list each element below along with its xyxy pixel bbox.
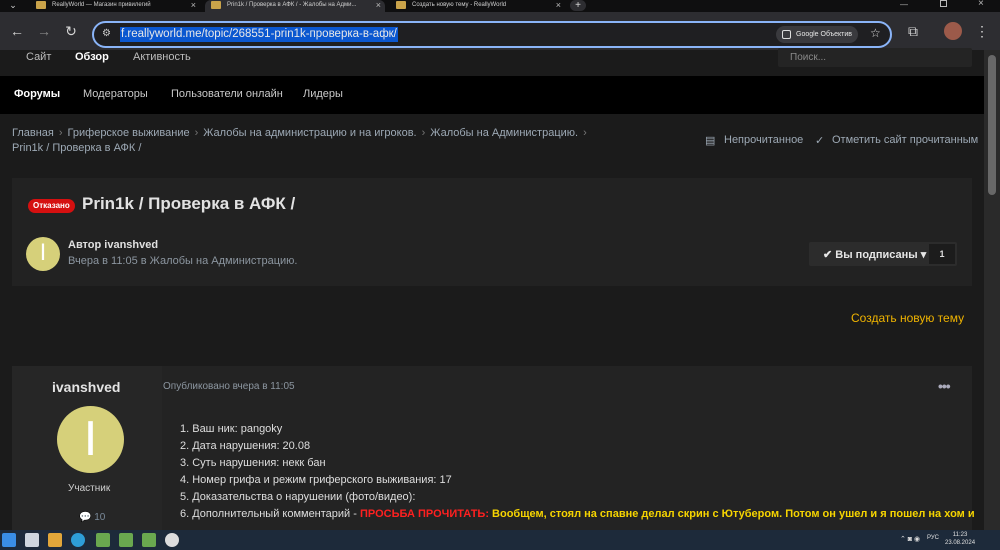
edge-icon[interactable] bbox=[71, 533, 85, 547]
post-author-name[interactable]: ivanshved bbox=[52, 379, 120, 395]
close-window-icon[interactable]: × bbox=[978, 0, 984, 9]
close-tab-icon[interactable]: × bbox=[376, 0, 381, 10]
input-language[interactable]: РУС bbox=[927, 535, 939, 541]
main-nav: Форумы Модераторы Пользователи онлайн Ли… bbox=[0, 76, 984, 114]
follow-label[interactable]: ✔ Вы подписаны ▾ bbox=[823, 248, 926, 261]
address-bar[interactable]: ⚙ f.reallyworld.me/topic/268551-prin1k-п… bbox=[92, 21, 892, 48]
browser-tab[interactable]: Создать новую тему - ReallyWorld × bbox=[390, 0, 565, 12]
maximize-icon[interactable] bbox=[940, 0, 947, 7]
breadcrumb-current[interactable]: Prin1k / Проверка в АФК / bbox=[12, 142, 141, 154]
url-text[interactable]: f.reallyworld.me/topic/268551-prin1k-про… bbox=[120, 27, 398, 42]
close-tab-icon[interactable]: × bbox=[556, 0, 561, 10]
author-name[interactable]: Автор ivanshved bbox=[68, 239, 158, 251]
folder-icon[interactable] bbox=[48, 533, 62, 547]
unread-link[interactable]: Непрочитанное bbox=[724, 134, 803, 146]
follow-text: Вы подписаны bbox=[835, 249, 918, 261]
comment-icon: 💬 bbox=[79, 512, 95, 523]
profile-avatar[interactable] bbox=[944, 22, 962, 40]
breadcrumb-item[interactable]: Главная bbox=[12, 127, 54, 139]
minimize-icon[interactable]: — bbox=[900, 0, 908, 9]
check-icon: ✓ bbox=[815, 135, 825, 147]
post-content: 1. Ваш ник: pangoky 2. Дата нарушения: 2… bbox=[180, 421, 975, 523]
caret-down-icon: ▾ bbox=[917, 249, 927, 261]
breadcrumb-chevron-icon: › bbox=[194, 127, 199, 139]
favicon-icon bbox=[36, 1, 46, 9]
page-title: Prin1k / Проверка в АФК / bbox=[82, 194, 296, 213]
post-line-highlight: Вообщем, стоял на спавне делал скрин с Ю… bbox=[488, 508, 975, 520]
breadcrumb: Главная › Гриферское выживание › Жалобы на а… bbox=[12, 126, 612, 156]
minecraft-icon[interactable] bbox=[142, 533, 156, 547]
follow-count: 1 bbox=[929, 244, 955, 264]
breadcrumb-item[interactable]: Гриферское выживание bbox=[68, 127, 190, 139]
post-line: 5. Доказательства о нарушении (фото/виде… bbox=[180, 491, 416, 503]
google-lens-button[interactable]: Google Объектив bbox=[776, 26, 858, 43]
browser-tab-active[interactable]: Prin1k / Проверка в АФК / - Жалобы на Ад… bbox=[205, 0, 385, 12]
topic-meta: Вчера в 11:05 в Жалобы на Администрацию. bbox=[68, 255, 298, 267]
post-author-avatar[interactable]: I bbox=[57, 406, 124, 473]
tray-icons[interactable]: ⌃ ◙ ◉ bbox=[900, 535, 920, 543]
new-tab-button[interactable]: + bbox=[570, 0, 586, 11]
post-line: 2. Дата нарушения: 20.08 bbox=[180, 440, 311, 452]
post-author-role: Участник bbox=[68, 483, 111, 494]
breadcrumb-chevron-icon: › bbox=[58, 127, 63, 139]
tab-title: ReallyWorld — Магазин привилегий bbox=[52, 2, 151, 8]
post-line-prefix: 6. Дополнительный комментарий - bbox=[180, 508, 360, 520]
post-line: 1. Ваш ник: pangoky bbox=[180, 423, 283, 435]
browser-menu-icon[interactable]: ⋮ bbox=[973, 22, 991, 40]
nav-moderators[interactable]: Модераторы bbox=[83, 88, 148, 100]
close-tab-icon[interactable]: × bbox=[191, 0, 196, 10]
breadcrumb-item[interactable]: Жалобы на администрацию и на игроков. bbox=[203, 127, 416, 139]
bookmark-star-icon[interactable]: ☆ bbox=[870, 26, 881, 40]
system-clock[interactable]: 11:23 23.08.2024 bbox=[945, 531, 975, 547]
scrollbar-thumb[interactable] bbox=[988, 55, 996, 195]
search-input[interactable]: Поиск... bbox=[778, 48, 972, 67]
nav-online-users[interactable]: Пользователи онлайн bbox=[171, 88, 283, 100]
back-icon[interactable]: ← bbox=[8, 22, 26, 40]
post-date[interactable]: Опубликовано вчера в 11:05 bbox=[163, 381, 295, 392]
breadcrumb-chevron-icon: › bbox=[583, 127, 587, 139]
lens-icon bbox=[782, 30, 791, 39]
extensions-icon[interactable]: ⧉ bbox=[904, 22, 922, 40]
reload-icon[interactable]: ↻ bbox=[62, 22, 80, 40]
unread-icon: ▤ bbox=[705, 135, 716, 147]
post-line: 4. Номер грифа и режим гриферского выжив… bbox=[180, 474, 452, 486]
post-line: 3. Суть нарушения: некк бан bbox=[180, 457, 326, 469]
status-badge: Отказано bbox=[28, 199, 75, 213]
author-avatar[interactable]: I bbox=[26, 237, 60, 271]
breadcrumb-chevron-icon: › bbox=[421, 127, 426, 139]
tab-title: Создать новую тему - ReallyWorld bbox=[412, 2, 507, 8]
favicon-icon bbox=[211, 1, 221, 9]
post-line-warning: ПРОСЬБА ПРОЧИТАТЬ: bbox=[359, 508, 489, 520]
site-settings-icon[interactable]: ⚙ bbox=[102, 28, 111, 39]
reputation-count: 💬 10 bbox=[79, 512, 105, 523]
nav-leaders[interactable]: Лидеры bbox=[303, 88, 343, 100]
chrome-icon[interactable] bbox=[165, 533, 179, 547]
create-topic-link[interactable]: Создать новую тему bbox=[851, 311, 964, 325]
post-line: 6. Дополнительный комментарий - ПРОСЬБА … bbox=[180, 506, 975, 523]
minecraft-icon[interactable] bbox=[96, 533, 110, 547]
check-icon: ✔ bbox=[823, 249, 836, 261]
windows-start-icon[interactable] bbox=[2, 533, 16, 547]
subnav-activity[interactable]: Активность bbox=[133, 50, 191, 64]
clock-date: 23.08.2024 bbox=[945, 540, 976, 546]
lens-label: Google Объектив bbox=[796, 31, 852, 38]
forward-icon[interactable]: → bbox=[35, 22, 53, 40]
reputation-value: 10 bbox=[94, 512, 106, 523]
minecraft-icon[interactable] bbox=[119, 533, 133, 547]
subnav-overview[interactable]: Обзор bbox=[75, 50, 109, 64]
tab-title: Prin1k / Проверка в АФК / - Жалобы на Ад… bbox=[227, 2, 357, 8]
browser-tab[interactable]: ReallyWorld — Магазин привилегий × bbox=[30, 0, 200, 12]
breadcrumb-item[interactable]: Жалобы на Администрацию. bbox=[430, 127, 578, 139]
post-options-icon[interactable]: ••• bbox=[938, 378, 951, 394]
subnav-site[interactable]: Сайт bbox=[26, 50, 51, 64]
nav-forums[interactable]: Форумы bbox=[14, 88, 60, 100]
browser-tab-strip: ⌄ ReallyWorld — Магазин привилегий × Pri… bbox=[0, 0, 1000, 12]
file-explorer-icon[interactable] bbox=[25, 533, 39, 547]
favicon-icon bbox=[396, 1, 406, 9]
mark-read-link[interactable]: Отметить сайт прочитанным bbox=[832, 134, 978, 146]
clock-time: 11:23 bbox=[952, 532, 968, 538]
